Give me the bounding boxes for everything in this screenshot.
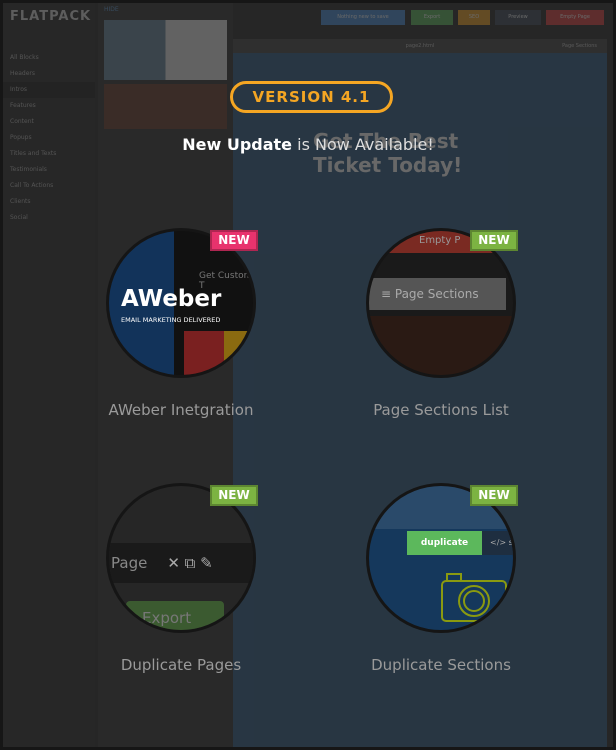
new-badge: NEW	[210, 230, 258, 251]
aweber-logo: AWeber	[121, 286, 222, 312]
sidebar-item[interactable]: Testimonials	[3, 162, 95, 178]
feature-label: Duplicate Pages	[120, 656, 242, 674]
sidebar-item[interactable]: Headers	[3, 66, 95, 82]
sidebar-item[interactable]: Clients	[3, 194, 95, 210]
feature-label: Page Sections List	[373, 401, 509, 419]
toolbar: Nothing new to save Export SEO Preview E…	[233, 3, 613, 33]
camera-icon	[441, 573, 507, 622]
sidebar-item[interactable]: Content	[3, 114, 95, 130]
feature-aweber: Get Custom T AWeber EMAIL MARKETING DELI…	[106, 228, 258, 378]
block-thumbnail[interactable]	[104, 20, 227, 80]
sidebar-item[interactable]: All Blocks	[3, 50, 95, 66]
source-button: </> so	[482, 531, 513, 555]
feature-duplicate-sections: duplicate </> so NEW	[366, 483, 518, 633]
preview-button[interactable]: Preview	[495, 10, 541, 25]
export-button[interactable]: Export	[411, 10, 453, 25]
export-fragment: Export	[126, 601, 224, 630]
page-sections-button[interactable]: Page Sections	[562, 39, 597, 53]
new-badge: NEW	[470, 485, 518, 506]
page-sections-fragment: ≡ Page Sections	[369, 278, 506, 310]
page-sections-text: Page Sections	[394, 287, 479, 301]
feature-label: Duplicate Sections	[371, 656, 511, 674]
background-app: FLATPACK All Blocks Headers Intros Featu…	[3, 3, 613, 747]
update-heading: New Update is Now Available!	[3, 135, 613, 154]
sidebar-item[interactable]: Call To Actions	[3, 178, 95, 194]
block-thumbnail[interactable]	[104, 84, 227, 129]
empty-page-button[interactable]: Empty Page	[546, 10, 604, 25]
new-badge: NEW	[210, 485, 258, 506]
update-rest: is Now Available!	[292, 135, 434, 154]
duplicate-button: duplicate	[407, 531, 482, 555]
logo: FLATPACK	[10, 9, 92, 24]
frame: FLATPACK All Blocks Headers Intros Featu…	[0, 0, 616, 750]
version-badge: VERSION 4.1	[230, 81, 393, 113]
feature-page-sections: Empty P ≡ Page Sections NEW	[366, 228, 518, 378]
page-text: Page	[111, 554, 148, 572]
save-button[interactable]: Nothing new to save	[321, 10, 405, 25]
page-name: page2.html	[405, 43, 435, 49]
aweber-tagline: EMAIL MARKETING DELIVERED	[121, 316, 221, 324]
seo-button[interactable]: SEO	[458, 10, 490, 25]
duplicate-icon: ✕ ⧉ ✎	[167, 554, 213, 572]
sidebar: FLATPACK All Blocks Headers Intros Featu…	[3, 3, 95, 747]
sidebar-item[interactable]: Features	[3, 98, 95, 114]
hide-button[interactable]: HIDE	[98, 3, 233, 16]
sidebar-item[interactable]: Social	[3, 210, 95, 226]
update-bold: New Update	[182, 135, 293, 154]
page-row: Page ✕ ⧉ ✎	[109, 543, 253, 583]
new-badge: NEW	[470, 230, 518, 251]
feature-label: AWeber Inetgration	[108, 401, 254, 419]
feature-duplicate-pages: Page ✕ ⧉ ✎ Export NEW	[106, 483, 258, 633]
sidebar-item[interactable]: Intros	[3, 82, 95, 98]
